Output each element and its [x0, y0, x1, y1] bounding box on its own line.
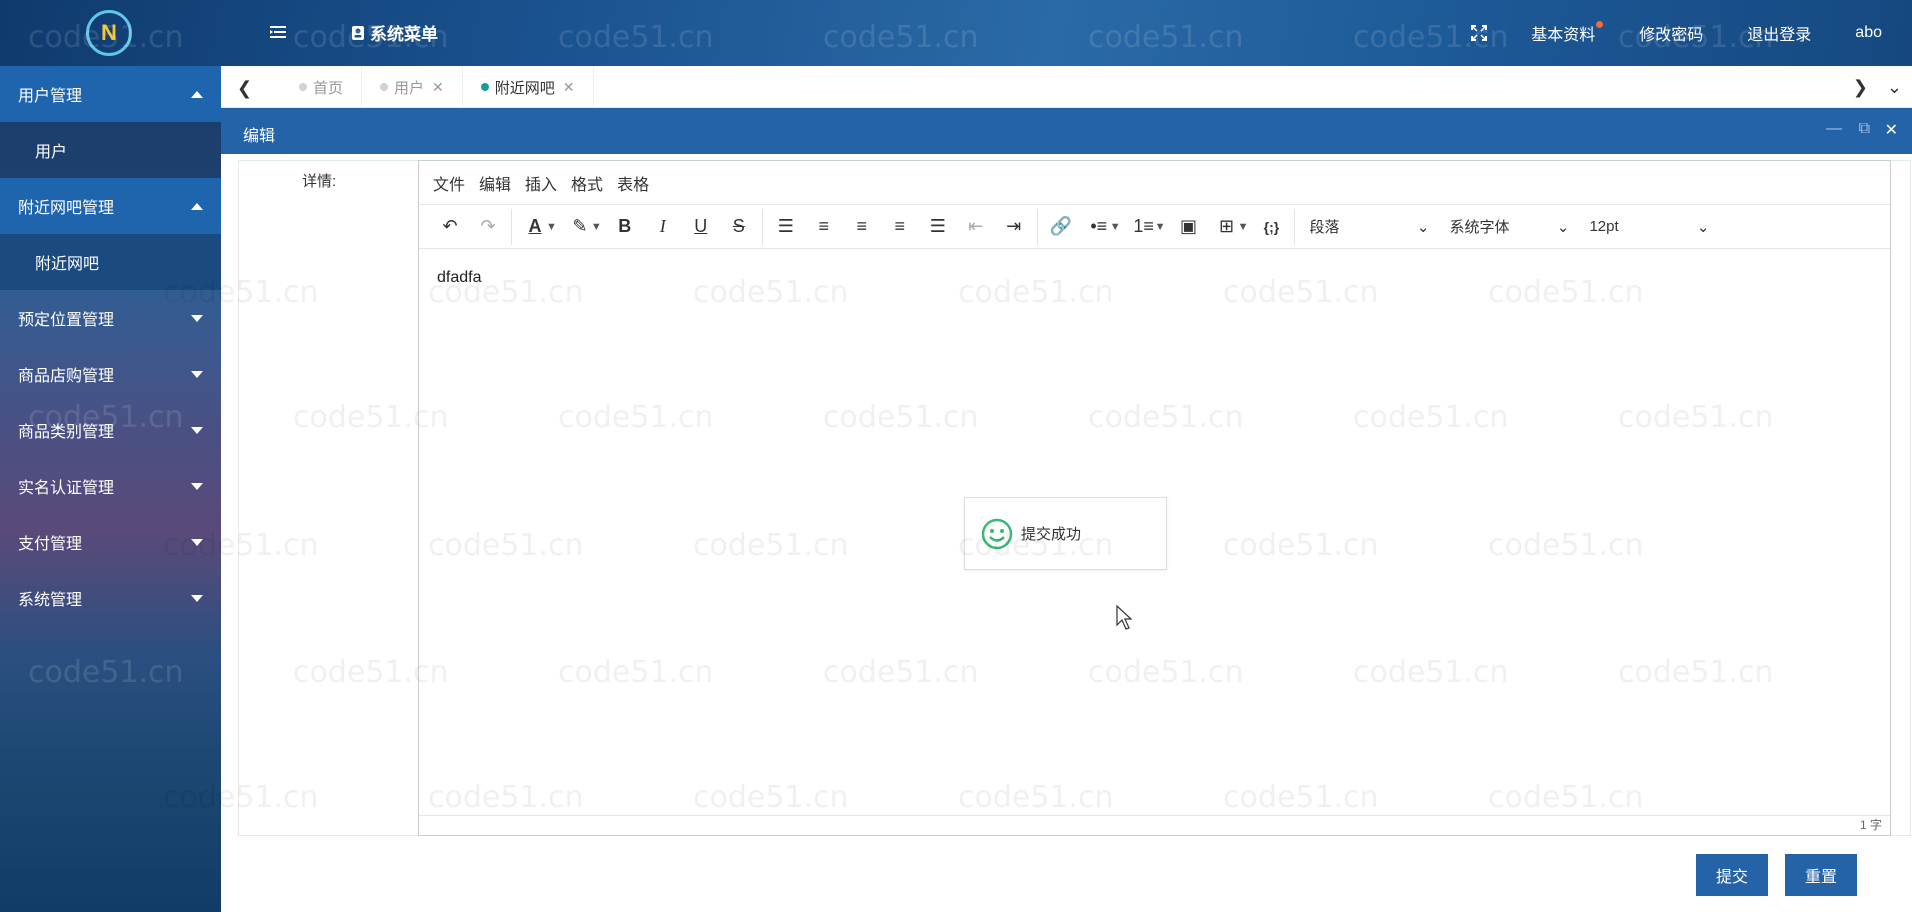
- menu-file[interactable]: 文件: [433, 171, 465, 195]
- menu-insert[interactable]: 插入: [525, 171, 557, 195]
- chevron-down-icon: ⌄: [1556, 218, 1570, 236]
- editor-toolbar: ↶ ↷ A ▼ ✎ ▼ B I U S ☰ ≡ ≡ ≡ ☰ ⇤ ⇥ 🔗 •≡ ▼ 1≡…: [419, 205, 1890, 249]
- sidebar-item-users[interactable]: 用户: [0, 122, 221, 178]
- chevron-down-icon: [191, 427, 203, 434]
- tab-netcafe[interactable]: 附近网吧 ✕: [463, 66, 594, 108]
- minimize-icon[interactable]: —: [1826, 120, 1842, 138]
- username[interactable]: abo: [1855, 24, 1882, 42]
- window-title: 编辑: [243, 128, 276, 145]
- reset-button[interactable]: 重置: [1785, 854, 1857, 896]
- toolbar-separator: [761, 208, 763, 245]
- app-logo[interactable]: N: [86, 10, 132, 56]
- tab-scroll-left-icon[interactable]: ❮: [237, 78, 252, 99]
- chevron-up-icon: [191, 203, 203, 210]
- align-center-icon[interactable]: ≡: [843, 211, 881, 243]
- chevron-down-icon: [191, 483, 203, 490]
- sidebar-group-shop-purchase[interactable]: 商品店购管理: [0, 346, 221, 402]
- code-icon[interactable]: {;}: [1252, 211, 1290, 243]
- sidebar-group-system[interactable]: 系统管理: [0, 570, 221, 626]
- chevron-down-icon[interactable]: ▼: [546, 221, 557, 233]
- tab-dot: [299, 83, 307, 91]
- tab-home[interactable]: 首页: [281, 66, 363, 108]
- top-header: N 系统菜单 基本资料 修改密码 退出登录 abo: [0, 0, 1912, 66]
- align-right-icon[interactable]: ≡: [881, 211, 919, 243]
- fullscreen-icon[interactable]: [1471, 25, 1488, 41]
- toolbar-separator: [1294, 208, 1296, 245]
- chevron-down-icon: ⌄: [1696, 218, 1710, 236]
- logo-text: N: [101, 20, 117, 45]
- font-family-select[interactable]: 系统字体 ⌄: [1439, 216, 1579, 237]
- menu-format[interactable]: 格式: [571, 171, 603, 195]
- sidebar-item-netcafe[interactable]: 附近网吧: [0, 234, 221, 290]
- sidebar-group-user-management[interactable]: 用户管理: [0, 66, 221, 122]
- smile-icon: [981, 518, 1013, 549]
- mouse-cursor-icon: [1116, 605, 1132, 630]
- chevron-down-icon[interactable]: ▼: [1110, 221, 1121, 233]
- close-icon[interactable]: ✕: [1885, 120, 1898, 140]
- editor-menubar: 文件 编辑 插入 格式 表格: [419, 161, 1890, 205]
- user-card-icon: [352, 25, 364, 40]
- maximize-icon[interactable]: ⧉: [1859, 120, 1870, 138]
- sidebar-group-identity-verify[interactable]: 实名认证管理: [0, 458, 221, 514]
- sidebar-group-netcafe-management[interactable]: 附近网吧管理: [0, 178, 221, 234]
- italic-icon[interactable]: I: [644, 211, 682, 243]
- tab-scroll-right-icon[interactable]: ❯: [1853, 77, 1868, 98]
- undo-icon[interactable]: ↶: [431, 211, 469, 243]
- sidebar-group-payment[interactable]: 支付管理: [0, 514, 221, 570]
- underline-icon[interactable]: U: [682, 211, 720, 243]
- toolbar-separator: [1036, 208, 1038, 245]
- chevron-down-icon[interactable]: ▼: [591, 221, 602, 233]
- change-password-link[interactable]: 修改密码: [1639, 21, 1703, 45]
- chevron-down-icon: [191, 595, 203, 602]
- toast-message: 提交成功: [1021, 526, 1082, 543]
- align-left-icon[interactable]: ≡: [805, 211, 843, 243]
- tab-bar: ❮ 首页 用户 ✕ 附近网吧 ✕ ❯ ⌄: [221, 66, 1912, 108]
- chevron-down-icon[interactable]: ▼: [1238, 221, 1249, 233]
- chevron-up-icon: [191, 91, 203, 98]
- edit-window-titlebar: 编辑 — ⧉ ✕: [221, 108, 1912, 154]
- word-count: 1 字: [1859, 818, 1882, 832]
- outdent-icon[interactable]: ⇤: [957, 211, 995, 243]
- tab-dot: [380, 83, 389, 91]
- chevron-down-icon: ⌄: [1416, 218, 1430, 236]
- menu-toggle-icon[interactable]: [268, 22, 288, 42]
- sidebar-group-product-category[interactable]: 商品类别管理: [0, 402, 221, 458]
- indent-icon[interactable]: ⇥: [995, 211, 1033, 243]
- tab-dot: [480, 83, 489, 91]
- sidebar: 用户管理 用户 附近网吧管理 附近网吧 预定位置管理 商品店购管理 商品类别管理…: [0, 66, 221, 912]
- image-icon[interactable]: ▣: [1170, 211, 1208, 243]
- close-icon[interactable]: ✕: [432, 79, 444, 96]
- block-format-select[interactable]: 段落 ⌄: [1299, 216, 1439, 237]
- system-menu-label: 系统菜单: [370, 25, 438, 44]
- menu-edit[interactable]: 编辑: [479, 171, 511, 195]
- bold-icon[interactable]: B: [606, 211, 644, 243]
- editor-paragraph[interactable]: dfadfa: [437, 269, 1872, 287]
- font-size-select[interactable]: 12pt ⌄: [1579, 218, 1719, 236]
- success-toast: 提交成功: [964, 497, 1167, 570]
- notification-dot: [1596, 21, 1604, 28]
- chevron-down-icon[interactable]: ▼: [1155, 221, 1166, 233]
- chevron-down-icon: [191, 539, 203, 546]
- strikethrough-icon[interactable]: S: [720, 211, 758, 243]
- tab-list: 首页 用户 ✕ 附近网吧 ✕: [281, 66, 594, 108]
- redo-icon[interactable]: ↷: [469, 211, 507, 243]
- system-menu-title[interactable]: 系统菜单: [350, 20, 438, 45]
- chevron-down-icon: [191, 371, 203, 378]
- tab-users[interactable]: 用户 ✕: [362, 66, 463, 108]
- logout-link[interactable]: 退出登录: [1747, 21, 1811, 45]
- profile-link[interactable]: 基本资料: [1531, 21, 1604, 45]
- detail-label: 详情:: [302, 173, 337, 190]
- menu-table[interactable]: 表格: [617, 171, 649, 195]
- toolbar-separator: [511, 208, 512, 245]
- header-actions: 基本资料 修改密码 退出登录 abo: [1471, 0, 1912, 66]
- line-height-icon[interactable]: ☰: [767, 211, 805, 243]
- sidebar-group-reservation[interactable]: 预定位置管理: [0, 290, 221, 346]
- align-justify-icon[interactable]: ☰: [919, 211, 957, 243]
- chevron-down-icon[interactable]: ⌄: [1887, 77, 1902, 98]
- chevron-down-icon: [191, 315, 203, 322]
- link-icon[interactable]: 🔗: [1042, 211, 1080, 243]
- submit-button[interactable]: 提交: [1696, 854, 1768, 896]
- close-icon[interactable]: ✕: [563, 79, 575, 96]
- editor-statusbar: 1 字: [419, 815, 1890, 835]
